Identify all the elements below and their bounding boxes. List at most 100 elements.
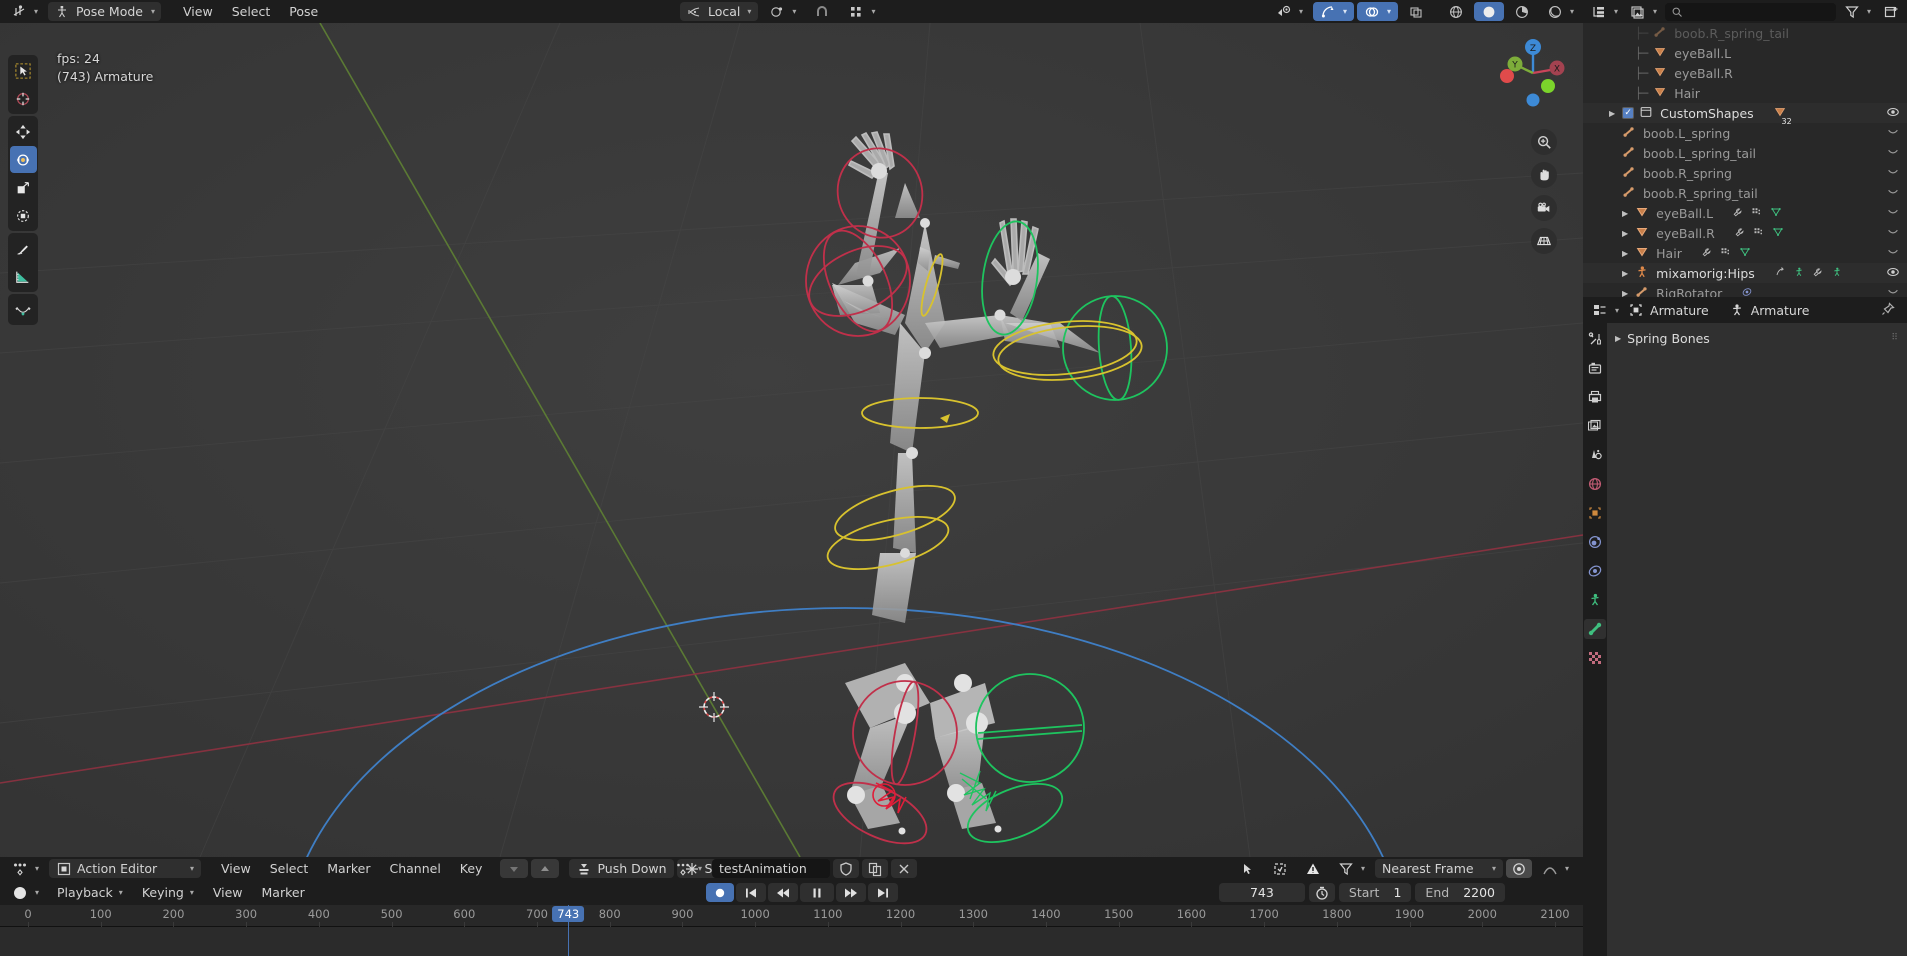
outliner-row[interactable]: ▶ mixamorig:Hips (1583, 263, 1907, 283)
mesh-data-green-icon[interactable] (1739, 246, 1751, 261)
dope-menu-select[interactable]: Select (262, 859, 317, 879)
breadcrumb-data-label[interactable]: Armature (1751, 303, 1810, 318)
timeline-menu-view[interactable]: View (205, 883, 251, 903)
object-visibility-button[interactable]: ▾ (1269, 2, 1310, 21)
chevron-down-icon[interactable] (1886, 145, 1900, 162)
cursor-tool[interactable] (10, 85, 37, 112)
timeline-editor-type[interactable]: ▾ (5, 883, 46, 902)
overlays-toggle[interactable]: ▾ (1356, 2, 1398, 21)
texture-tab[interactable] (1584, 648, 1606, 668)
action-name-field[interactable]: testAnimation (712, 859, 831, 878)
outliner-row[interactable]: ▶ eyeBall.R (1583, 223, 1907, 243)
outliner-row[interactable]: ▶ Hair (1583, 243, 1907, 263)
navigation-gizmo[interactable]: Z Y X (1493, 33, 1573, 113)
modifiers-tab[interactable] (1584, 532, 1606, 552)
nla-push-down-arrow-button[interactable] (500, 859, 529, 878)
tweak-select-tool[interactable] (10, 57, 37, 84)
outliner-search-input[interactable] (1665, 2, 1836, 21)
wrench-modifier-icon[interactable] (1734, 226, 1746, 241)
chevron-down-icon[interactable] (1886, 125, 1900, 142)
gizmo-axis-neg-y[interactable] (1541, 79, 1555, 93)
outliner-row[interactable]: ├─ Hair (1583, 83, 1907, 103)
ortho-toggle-button[interactable] (1531, 228, 1557, 254)
new-collection-button[interactable] (1879, 2, 1903, 21)
camera-view-button[interactable] (1531, 195, 1557, 221)
push-down-button[interactable]: Push Down (569, 859, 674, 878)
armature-data-icon[interactable] (1831, 266, 1843, 281)
scale-tool[interactable] (10, 174, 37, 201)
menu-pose[interactable]: Pose (281, 2, 326, 22)
gizmo-toggle[interactable]: ▾ (1312, 2, 1354, 21)
outliner-row[interactable]: boob.L_spring_tail (1583, 143, 1907, 163)
object-constraints-tab[interactable] (1584, 590, 1606, 610)
animation-icon[interactable] (1774, 266, 1786, 281)
chevron-down-icon[interactable] (1886, 205, 1900, 222)
eye-visibility-icon[interactable] (1886, 105, 1900, 122)
editor-type-selector[interactable]: ▾ (4, 2, 45, 21)
dope-menu-channel[interactable]: Channel (381, 859, 448, 879)
gizmo-axis-neg-x[interactable] (1500, 69, 1514, 83)
shading-solid-button[interactable] (1473, 2, 1504, 21)
outliner-row[interactable]: boob.R_spring_tail (1583, 183, 1907, 203)
pivot-point-selector[interactable]: ▾ (762, 2, 803, 21)
outliner-row[interactable]: boob.L_spring (1583, 123, 1907, 143)
jump-to-end-button[interactable] (868, 883, 898, 902)
keyframe-channel-area[interactable] (0, 927, 1583, 956)
mode-selector[interactable]: Pose Mode ▾ (48, 2, 162, 21)
chevron-down-icon[interactable] (1886, 185, 1900, 202)
annotate-tool[interactable] (10, 235, 37, 262)
wrench-modifier-icon[interactable] (1812, 266, 1824, 281)
mesh-data-green-icon[interactable] (1772, 226, 1784, 241)
breakdowner-tool[interactable] (10, 296, 37, 323)
menu-select[interactable]: Select (224, 2, 279, 22)
spring-bones-panel-header[interactable]: ▶ Spring Bones ⠿ (1607, 327, 1907, 349)
row-disclosure-triangle-icon[interactable]: ▶ (1622, 229, 1628, 238)
outliner-editor-type[interactable]: ▾ (1587, 2, 1622, 21)
pan-button[interactable] (1531, 162, 1557, 188)
collection-checkbox[interactable]: ✓ (1622, 107, 1635, 119)
auto-keying-button[interactable] (706, 883, 734, 902)
outliner-filter-button[interactable]: ▾ (1840, 2, 1875, 21)
chevron-down-icon[interactable] (1886, 285, 1900, 298)
outliner-tree[interactable]: ├─ boob.R_spring_tail ├─ eyeBall.L ├─ eyeBall… (1583, 23, 1907, 297)
panel-drag-grip[interactable]: ⠿ (1891, 333, 1899, 343)
dopesheet-filter-button[interactable]: ▾ (1331, 859, 1372, 878)
outliner-row[interactable]: ▶ ✓ CustomShapes 32 (1583, 103, 1907, 126)
action-browse-button[interactable]: ▾ (668, 859, 709, 878)
outliner-row[interactable]: boob.R_spring (1583, 163, 1907, 183)
dopesheet-editor-type[interactable]: ▾ (5, 859, 46, 878)
snap-mode-selector[interactable]: Nearest Frame ▾ (1374, 859, 1503, 878)
tool-tab[interactable] (1584, 329, 1606, 349)
mesh-data-green-icon[interactable] (1770, 206, 1782, 221)
object-tab[interactable] (1584, 503, 1606, 523)
menu-view[interactable]: View (175, 2, 221, 22)
transform-tool[interactable] (10, 202, 37, 229)
proportional-edit-toggle[interactable] (1505, 859, 1532, 878)
output-tab[interactable] (1584, 387, 1606, 407)
proportional-editing-toggle[interactable]: ▾ (841, 2, 882, 21)
zoom-button[interactable] (1531, 129, 1557, 155)
start-frame-field[interactable]: Start 1 (1338, 883, 1412, 902)
outliner-row[interactable]: ├─ eyeBall.R (1583, 63, 1907, 83)
outliner-row[interactable]: ▶ eyeBall.L (1583, 203, 1907, 223)
transform-orientation-selector[interactable]: Local ▾ (680, 2, 759, 21)
object-data-tab[interactable] (1584, 619, 1606, 639)
dopesheet-mode-selector[interactable]: Action Editor ▾ (49, 859, 202, 878)
scene-tab[interactable] (1584, 445, 1606, 465)
constraint-icon[interactable] (1741, 286, 1753, 298)
row-disclosure-triangle-icon[interactable]: ▶ (1609, 109, 1615, 118)
jump-to-start-button[interactable] (736, 883, 766, 902)
wrench-modifier-icon[interactable] (1732, 206, 1744, 221)
next-keyframe-button[interactable] (836, 883, 866, 902)
play-pause-button[interactable] (800, 883, 834, 902)
prev-keyframe-button[interactable] (768, 883, 798, 902)
render-tab[interactable] (1584, 358, 1606, 378)
world-tab[interactable] (1584, 474, 1606, 494)
dope-menu-marker[interactable]: Marker (319, 859, 378, 879)
show-hidden-toggle[interactable] (1265, 859, 1295, 878)
vertex-group-icon[interactable] (1720, 246, 1732, 261)
row-disclosure-triangle-icon[interactable]: ▶ (1622, 289, 1628, 298)
duplicate-action-button[interactable] (862, 859, 889, 878)
outliner-row[interactable]: ▶ RigRotator (1583, 283, 1907, 297)
rotate-tool[interactable] (9, 146, 37, 173)
